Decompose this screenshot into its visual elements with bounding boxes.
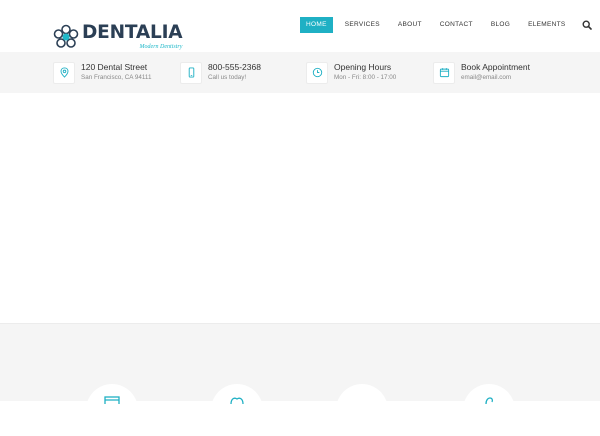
brand-tagline: Modern Dentistry: [139, 43, 183, 50]
info-address: 120 Dental Street San Francisco, CA 9411…: [53, 52, 151, 93]
feature-tooth[interactable]: [211, 384, 263, 436]
calendar-icon: [433, 61, 455, 84]
search-icon[interactable]: [582, 20, 592, 30]
feature-chair[interactable]: [336, 384, 388, 436]
nav-contact[interactable]: CONTACT: [434, 17, 479, 33]
hours-title: Opening Hours: [334, 62, 392, 72]
nav-blog[interactable]: BLOG: [485, 17, 516, 33]
nav-services[interactable]: SERVICES: [339, 17, 386, 33]
mobile-phone-icon: [180, 61, 202, 84]
phone-title[interactable]: 800-555-2368: [208, 62, 261, 73]
location-pin-icon: [53, 61, 75, 84]
info-phone: 800-555-2368 Call us today!: [180, 52, 261, 93]
phone-sub: Call us today!: [208, 74, 247, 81]
features-section: [0, 323, 600, 401]
address-title: 120 Dental Street: [81, 62, 148, 72]
flower-logo-icon: [53, 24, 79, 48]
info-appointment: Book Appointment email@email.com: [433, 52, 530, 93]
address-sub: San Francisco, CA 94111: [81, 74, 152, 81]
main-nav: HOME SERVICES ABOUT CONTACT BLOG ELEMENT…: [300, 17, 592, 33]
feature-calendar[interactable]: [86, 384, 138, 436]
nav-home[interactable]: HOME: [300, 17, 333, 33]
info-hours: Opening Hours Mon - Fri: 8:00 - 17:00: [306, 52, 396, 93]
nav-elements[interactable]: ELEMENTS: [522, 17, 571, 33]
appointment-email[interactable]: email@email.com: [461, 73, 530, 83]
hours-sub: Mon - Fri: 8:00 - 17:00: [334, 74, 397, 81]
logo[interactable]: DENTALIA Modern Dentistry: [53, 22, 183, 50]
site-header: DENTALIA Modern Dentistry HOME SERVICES …: [0, 0, 600, 52]
info-bar: 120 Dental Street San Francisco, CA 9411…: [0, 52, 600, 93]
feature-toothbrush[interactable]: [463, 384, 515, 436]
appointment-title[interactable]: Book Appointment: [461, 62, 530, 73]
nav-about[interactable]: ABOUT: [392, 17, 428, 33]
brand-name: DENTALIA: [82, 22, 183, 44]
clock-icon: [306, 61, 328, 84]
